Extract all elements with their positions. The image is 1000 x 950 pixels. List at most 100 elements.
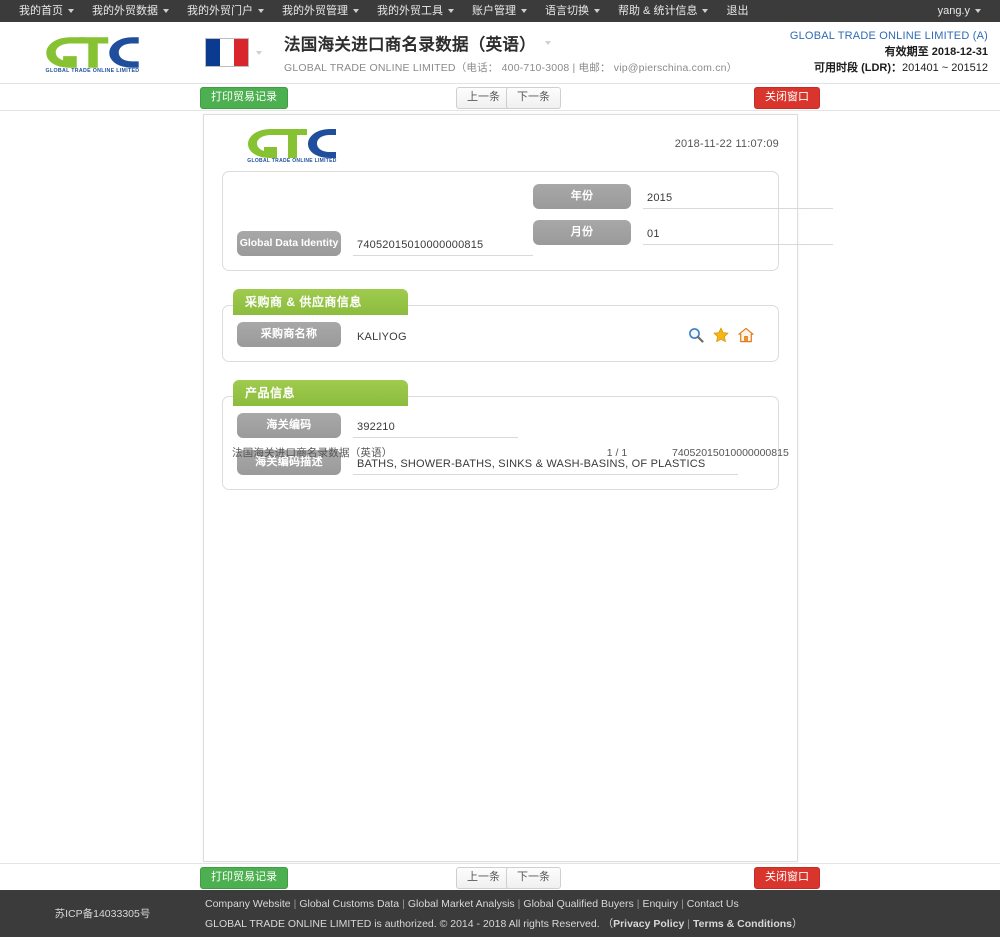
top-navigation-bar: 我的首页 我的外贸数据 我的外贸门户 我的外贸管理 我的外贸工具 账户管理 语言…	[0, 0, 1000, 22]
nav-item-label: 我的首页	[19, 5, 63, 17]
global-data-identity-label: Global Data Identity	[237, 231, 341, 256]
buyer-name-row: 采购商名称 KALIYOG	[237, 322, 764, 347]
nav-item-logout[interactable]: 退出	[717, 0, 757, 22]
footer-copyright-text: GLOBAL TRADE ONLINE LIMITED is authorize…	[205, 917, 600, 930]
chevron-down-icon	[521, 9, 527, 13]
year-value: 2015	[643, 192, 833, 209]
nav-item-help-stats[interactable]: 帮助 & 统计信息	[609, 0, 717, 22]
country-flag-selector[interactable]	[205, 38, 262, 67]
product-info-panel: 产品信息 海关编码 392210 海关编码描述 BATHS, SHOWER-BA…	[222, 380, 779, 490]
nav-item-home[interactable]: 我的首页	[10, 0, 83, 22]
account-expiry-value: 2018-12-31	[931, 46, 988, 58]
dataset-title-row: 法国海关进口商名录数据（英语）	[284, 31, 737, 55]
close-window-button-bottom[interactable]: 关闭窗口	[754, 867, 820, 889]
legal-paren-close: ）	[792, 917, 803, 930]
footer-link-global-qualified-buyers[interactable]: Global Qualified Buyers	[523, 898, 633, 910]
chevron-down-icon	[702, 9, 709, 13]
footer-link-privacy-policy[interactable]: Privacy Policy	[613, 918, 684, 930]
nav-item-account-management[interactable]: 账户管理	[463, 0, 536, 22]
print-trade-record-button[interactable]: 打印贸易记录	[200, 87, 288, 109]
nav-item-trade-data[interactable]: 我的外贸数据	[83, 0, 178, 22]
buyer-supplier-section-title: 采购商 & 供应商信息	[233, 289, 408, 315]
footer-separator: |	[402, 897, 405, 910]
nav-item-trade-management[interactable]: 我的外贸管理	[273, 0, 368, 22]
gto-logo-icon: GLOBAL TRADE ONLINE LIMITED	[247, 129, 336, 163]
page-header: GLOBAL TRADE ONLINE LIMITED 法国海关进口商名录数据（…	[0, 22, 1000, 84]
account-expiry-label: 有效期至	[884, 46, 929, 58]
footer-links: Company Website | Global Customs Data | Glob…	[205, 894, 803, 914]
footer-link-terms-conditions[interactable]: Terms & Conditions	[693, 918, 792, 930]
user-menu-label: yang.y	[937, 5, 970, 17]
brand-logo[interactable]: GLOBAL TRADE ONLINE LIMITED	[0, 33, 185, 73]
page-title: 法国海关进口商名录数据（英语）	[284, 35, 536, 54]
nav-item-language-switch[interactable]: 语言切换	[536, 0, 609, 22]
global-data-identity-value: 74052015010000000815	[353, 239, 533, 256]
svg-text:GLOBAL TRADE ONLINE LIMITED: GLOBAL TRADE ONLINE LIMITED	[247, 158, 336, 163]
page-footer: 苏ICP备14033305号 Company Website | Global Cu…	[0, 890, 1000, 937]
chevron-down-icon	[448, 9, 454, 13]
month-row: 月份 01	[533, 220, 833, 245]
chevron-down-icon	[68, 9, 74, 13]
trade-record-document: GLOBAL TRADE ONLINE LIMITED 2018-11-22 1…	[203, 114, 833, 862]
user-menu[interactable]: yang.y	[929, 0, 990, 22]
account-date-range: 可用时段 (LDR)：201401 ~ 201512	[790, 60, 988, 76]
next-record-button[interactable]: 下一条	[506, 87, 561, 109]
footer-link-contact-us[interactable]: Contact Us	[687, 898, 739, 910]
nav-item-trade-tools[interactable]: 我的外贸工具	[368, 0, 463, 22]
document-source-label: 法国海关进口商名录数据（英语）	[232, 447, 393, 459]
home-icon[interactable]	[738, 327, 754, 343]
toolbar-top: 打印贸易记录 上一条 下一条 关闭窗口	[0, 84, 1000, 111]
chevron-down-icon[interactable]	[256, 50, 262, 55]
account-range-label: 可用时段 (LDR)：	[814, 62, 903, 74]
year-label: 年份	[533, 184, 631, 209]
chevron-down-icon	[258, 9, 264, 13]
print-trade-record-button-bottom[interactable]: 打印贸易记录	[200, 867, 288, 889]
footer-link-enquiry[interactable]: Enquiry	[642, 898, 678, 910]
chevron-down-icon	[353, 9, 359, 13]
toolbar-bottom: 打印贸易记录 上一条 下一条 关闭窗口	[0, 863, 1000, 890]
star-icon[interactable]	[713, 327, 729, 343]
chevron-down-icon	[975, 9, 981, 13]
account-range-value: 201401 ~ 201512	[902, 62, 988, 74]
nav-item-label: 我的外贸数据	[92, 5, 158, 17]
footer-separator: |	[687, 917, 691, 930]
buyer-supplier-panel: 采购商 & 供应商信息 采购商名称 KALIYOG	[222, 289, 779, 362]
chevron-down-icon	[594, 9, 600, 13]
previous-record-button-bottom[interactable]: 上一条	[456, 867, 511, 889]
next-record-button-bottom[interactable]: 下一条	[506, 867, 561, 889]
previous-record-button[interactable]: 上一条	[456, 87, 511, 109]
search-icon[interactable]	[688, 327, 704, 343]
document-footer: 法国海关进口商名录数据（英语） 1 / 1 740520150100000008…	[204, 445, 797, 460]
account-expiry: 有效期至 2018-12-31	[790, 44, 988, 60]
nav-item-label: 语言切换	[545, 5, 589, 17]
company-contact-line: GLOBAL TRADE ONLINE LIMITED（电话： 400-710-…	[284, 61, 738, 74]
nav-item-trade-portal[interactable]: 我的外贸门户	[178, 0, 273, 22]
chevron-down-icon	[163, 9, 169, 13]
header-title-block: 法国海关进口商名录数据（英语） GLOBAL TRADE ONLINE LIMI…	[284, 31, 737, 75]
hs-code-row: 海关编码 392210	[237, 413, 764, 438]
buyer-name-value: KALIYOG	[357, 331, 407, 343]
product-info-section-title: 产品信息	[233, 380, 408, 406]
document-page-indicator: 1 / 1	[606, 446, 628, 459]
account-company[interactable]: GLOBAL TRADE ONLINE LIMITED (A)	[790, 28, 988, 44]
footer-link-global-market-analysis[interactable]: Global Market Analysis	[408, 898, 515, 910]
legal-paren-open: （	[602, 917, 614, 930]
document-header: GLOBAL TRADE ONLINE LIMITED 2018-11-22 1…	[204, 115, 797, 163]
nav-item-label: 我的外贸管理	[282, 5, 348, 17]
document-record-id: 74052015010000000815	[672, 446, 789, 459]
buyer-action-icons	[688, 327, 764, 343]
month-value: 01	[643, 228, 833, 245]
document-timestamp: 2018-11-22 11:07:09	[674, 138, 779, 150]
footer-link-global-customs-data[interactable]: Global Customs Data	[299, 898, 399, 910]
nav-item-label: 退出	[726, 5, 749, 17]
year-row: 年份 2015	[533, 184, 833, 209]
footer-link-company-website[interactable]: Company Website	[205, 898, 291, 910]
nav-item-label: 我的外贸工具	[377, 5, 443, 17]
close-window-button[interactable]: 关闭窗口	[754, 87, 820, 109]
hs-description-value: BATHS, SHOWER-BATHS, SINKS & WASH-BASINS…	[353, 458, 738, 475]
buyer-name-label: 采购商名称	[237, 322, 341, 347]
nav-item-label: 我的外贸门户	[187, 5, 253, 17]
account-info: GLOBAL TRADE ONLINE LIMITED (A) 有效期至 201…	[790, 28, 988, 76]
chevron-down-icon[interactable]	[545, 40, 551, 45]
footer-copyright-row: GLOBAL TRADE ONLINE LIMITED is authorize…	[205, 914, 803, 934]
